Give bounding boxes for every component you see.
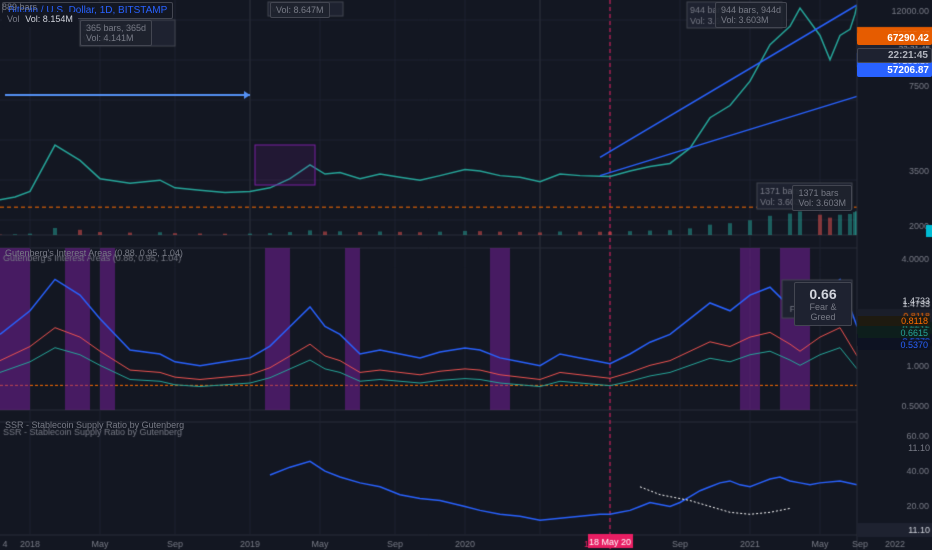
price-0661: 0.6615 <box>858 328 930 338</box>
chart-container: Bitcoin / U.S. Dollar, 1D, BITSTAMP Vol … <box>0 0 932 550</box>
vol-944: Vol: 3.603M <box>721 15 781 25</box>
fear-greed-indicator: 0.66 Fear & Greed <box>794 282 852 326</box>
fear-greed-value: 0.66 <box>801 286 845 302</box>
annotation-365bars: 365 bars, 365d Vol: 4.141M <box>80 20 152 46</box>
ssr-label: SSR - Stablecoin Supply Ratio by Gutenbe… <box>5 420 184 430</box>
vol-label: Vol Vol: 8.154M <box>2 12 78 27</box>
vol-3603: Vol: 3.603M <box>798 198 846 208</box>
interest-areas-label: Gutenberg's Interest Areas (0.88, 0.95, … <box>5 248 183 258</box>
vol-365: Vol: 4.141M <box>86 33 146 43</box>
vol-text: Vol <box>7 14 20 24</box>
vol-8647: Vol: 8.647M <box>276 5 324 15</box>
bars-count: 889 bars <box>2 2 37 12</box>
price-0811: 0.8118 <box>858 316 930 326</box>
fear-greed-label: Fear & Greed <box>801 302 845 322</box>
price-0537: 0.5370 <box>858 340 930 350</box>
annotation-vol8647: Vol: 8.647M <box>270 2 330 18</box>
main-chart-canvas <box>0 0 932 550</box>
vol-value: Vol: 8.154M <box>25 14 73 24</box>
x-axis <box>0 534 857 550</box>
bars-944: 944 bars, 944d <box>721 5 781 15</box>
price-tag-3: 57206.87 <box>857 64 932 77</box>
price-1473: 1.4733 <box>858 296 930 306</box>
bars-365: 365 bars, 365d <box>86 23 146 33</box>
annotation-944bars: 944 bars, 944d Vol: 3.603M <box>715 2 787 28</box>
price-ssr-1110: 11.10 <box>858 443 930 453</box>
annotation-1371bars: 1371 bars Vol: 3.603M <box>792 185 852 211</box>
price-tag-1: 67290.42 <box>857 32 932 45</box>
bars-1371: 1371 bars <box>798 188 846 198</box>
price-tag-2: 22:21:45 <box>857 48 932 63</box>
